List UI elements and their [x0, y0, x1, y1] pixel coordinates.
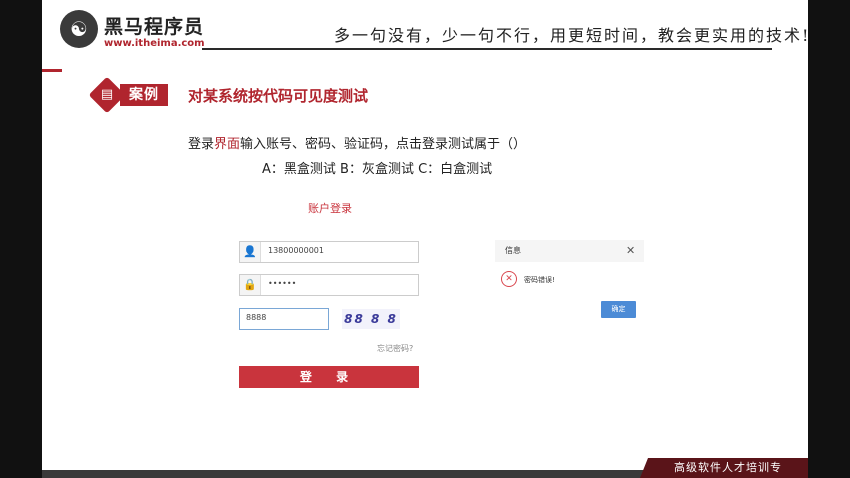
brand-logo: ☯ 黑马程序员 www.itheima.com	[60, 8, 210, 58]
question-text: 登录界面输入账号、密码、验证码，点击登录测试属于（）	[188, 133, 526, 152]
answer-options: A：黑盒测试 B：灰盒测试 C：白盒测试	[262, 162, 493, 177]
dialog-header: 信息 ✕	[495, 240, 644, 262]
question-highlight: 界面	[214, 137, 241, 152]
captcha-image[interactable]: 88 8 8	[342, 309, 400, 329]
captcha-value: 8888	[246, 313, 267, 322]
horse-logo-icon: ☯	[60, 10, 98, 48]
slide: ☯ 黑马程序员 www.itheima.com 多一句没有，少一句不行，用更短时…	[42, 0, 808, 478]
brand-url: www.itheima.com	[104, 38, 205, 49]
footer-tag: 高级软件人才培训专	[648, 458, 808, 478]
dialog-message: 密码错误!	[524, 276, 555, 284]
question-prefix: 登录	[188, 137, 215, 152]
user-icon: 👤	[240, 242, 261, 262]
close-icon[interactable]: ✕	[626, 244, 635, 257]
case-badge: 案例	[120, 84, 168, 106]
document-icon: ▤	[100, 87, 114, 102]
brand-name: 黑马程序员	[104, 16, 205, 38]
dialog-title: 信息	[505, 246, 521, 255]
username-value: 13800000001	[268, 246, 324, 255]
password-field[interactable]: 🔒 ••••••	[239, 274, 419, 296]
header-divider	[202, 48, 772, 50]
lock-icon: 🔒	[240, 275, 261, 295]
header-accent	[42, 69, 62, 72]
error-dialog: 信息 ✕ ✕ 密码错误! 确定	[495, 240, 644, 325]
case-title: 对某系统按代码可见度测试	[188, 87, 369, 105]
forgot-password-link[interactable]: 忘记密码?	[377, 343, 413, 354]
question-suffix: 输入账号、密码、验证码，点击登录测试属于（）	[240, 137, 527, 152]
password-value: ••••••	[268, 279, 297, 288]
slogan: 多一句没有，少一句不行，用更短时间，教会更实用的技术!	[334, 26, 808, 45]
login-title: 账户登录	[308, 202, 352, 215]
username-field[interactable]: 👤 13800000001	[239, 241, 419, 263]
ok-button[interactable]: 确定	[601, 301, 636, 318]
video-frame: ☯ 黑马程序员 www.itheima.com 多一句没有，少一句不行，用更短时…	[0, 0, 850, 478]
error-icon: ✕	[501, 271, 517, 287]
captcha-field[interactable]: 8888	[239, 308, 329, 330]
login-button[interactable]: 登 录	[239, 366, 419, 388]
footer-notch	[640, 458, 648, 478]
